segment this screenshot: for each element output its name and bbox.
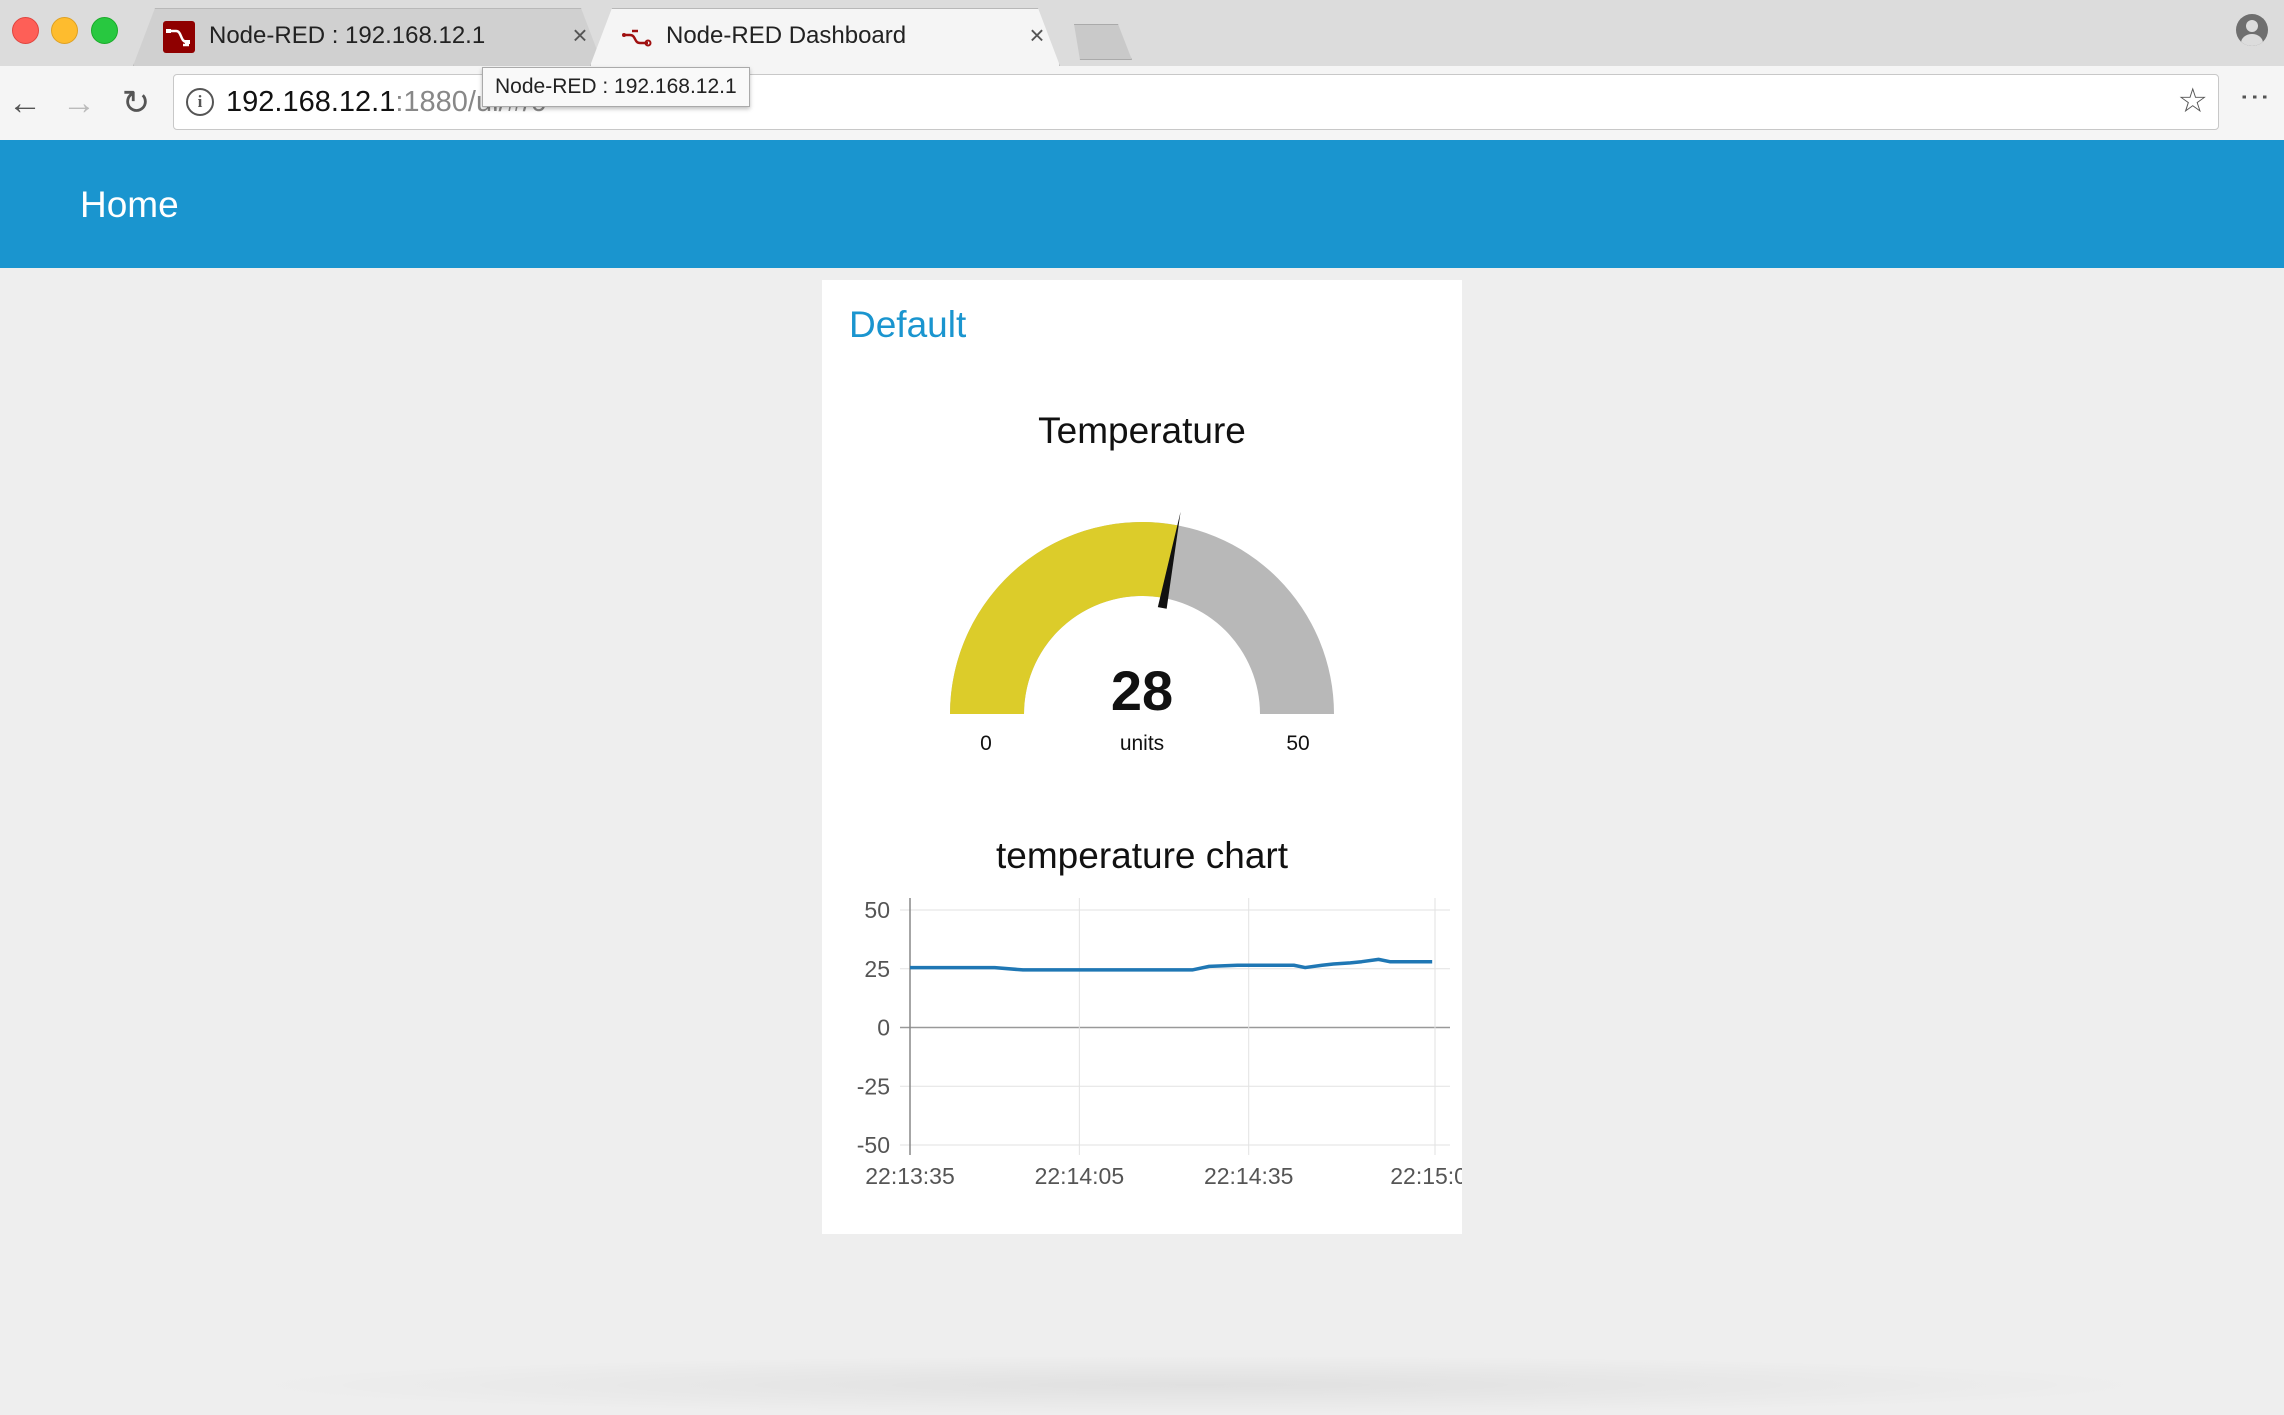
x-tick-label: 22:14:35	[1204, 1163, 1294, 1189]
browser-menu-icon[interactable]: ⋮	[2234, 82, 2274, 106]
tab-node-red-editor[interactable]: Node-RED : 192.168.12.1 ×	[133, 8, 603, 66]
dashboard-group-card: Default Temperature 28 units 0 50 50 25 0-…	[822, 280, 1462, 1234]
dashboard-header: Home	[0, 140, 2284, 268]
y-tick-label: 25	[864, 956, 890, 982]
tab-node-red-dashboard[interactable]: Node-RED Dashboard ×	[590, 8, 1060, 66]
profile-icon[interactable]	[2236, 14, 2268, 46]
x-tick-label: 22:14:05	[1035, 1163, 1125, 1189]
address-bar[interactable]: i 192.168.12.1:1880/ui/#/0 ☆	[173, 74, 2219, 130]
info-icon[interactable]: i	[186, 88, 214, 116]
tab-title: Node-RED : 192.168.12.1	[209, 22, 486, 49]
forward-arrow-icon[interactable]: →	[60, 84, 98, 122]
gauge-min-label: 0	[980, 732, 992, 755]
maximize-window-button[interactable]	[91, 17, 118, 44]
back-arrow-icon[interactable]: ←	[6, 84, 44, 122]
temperature-gauge: 28 units 0 50	[950, 511, 1334, 755]
y-tick-label: 50	[864, 897, 890, 923]
node-red-dashboard-icon	[620, 21, 652, 53]
close-tab-icon[interactable]: ×	[1022, 20, 1052, 50]
tab-bar: Node-RED : 192.168.12.1 × Node-RED Dashb…	[0, 0, 2284, 66]
close-window-button[interactable]	[12, 17, 39, 44]
gauge-max-label: 50	[1286, 732, 1309, 755]
gauge-and-chart-canvas: 28 units 0 50 50 25 0 -25 -50 22:13:35 22:14:0…	[857, 511, 1462, 1189]
bottom-shadow	[230, 1355, 2170, 1415]
minimize-window-button[interactable]	[51, 17, 78, 44]
x-tick-label: 22:13:35	[865, 1163, 955, 1189]
y-tick-label: 0	[877, 1015, 890, 1041]
page-title: Home	[80, 184, 179, 225]
y-tick-label: -50	[857, 1132, 890, 1158]
node-red-icon	[163, 21, 195, 53]
bookmark-star-icon[interactable]: ☆	[2178, 81, 2208, 121]
temperature-line-chart: 50 25 0 -25 -50 22:13:35 22:14:05 22:14:35 22:15…	[857, 897, 1462, 1189]
x-tick-label: 22:15:08	[1390, 1163, 1462, 1189]
browser-toolbar: ← → ↻ i 192.168.12.1:1880/ui/#/0 ☆ ⋮	[0, 66, 2284, 141]
tab-title: Node-RED Dashboard	[666, 22, 907, 49]
reload-icon[interactable]: ↻	[117, 84, 155, 122]
y-tick-label: -25	[857, 1073, 890, 1099]
gauge-units: units	[1120, 732, 1164, 755]
url-host: 192.168.12.1	[226, 86, 396, 118]
chart-title: temperature chart	[995, 835, 1289, 876]
new-tab-button[interactable]	[1066, 24, 1132, 60]
tab-tooltip: Node-RED : 192.168.12.1	[482, 67, 750, 107]
gauge-value: 28	[1111, 659, 1173, 722]
